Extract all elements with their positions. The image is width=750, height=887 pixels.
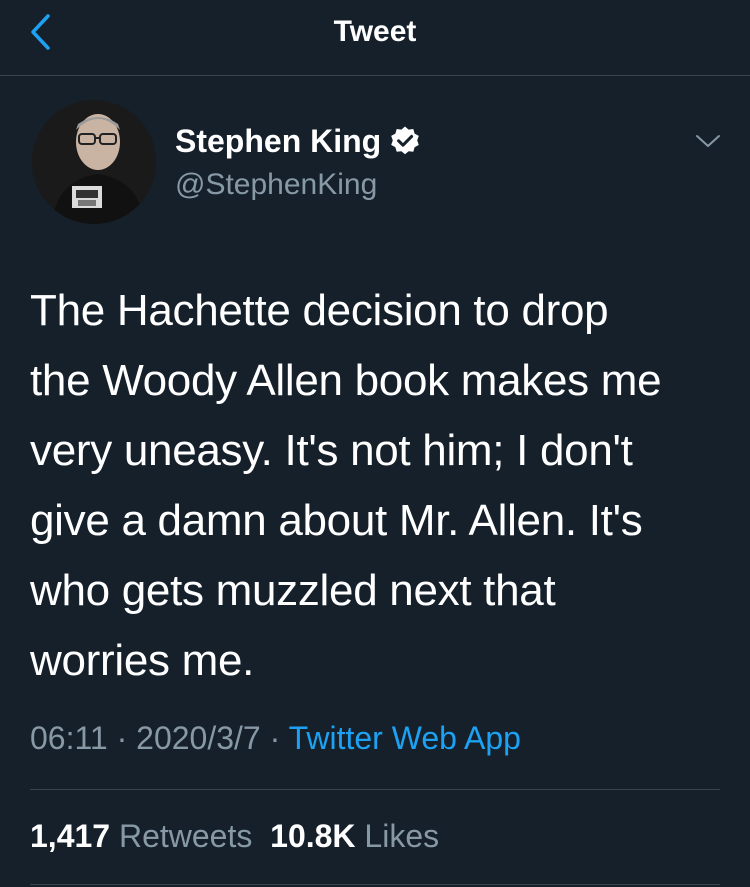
avatar-image	[32, 100, 156, 224]
retweets-label: Retweets	[118, 818, 253, 854]
likes-stat[interactable]: 10.8K Likes	[270, 818, 439, 854]
divider	[30, 884, 720, 885]
meta-separator: ·	[260, 720, 289, 756]
chevron-down-icon	[696, 135, 720, 147]
avatar[interactable]	[32, 100, 156, 224]
likes-label: Likes	[364, 818, 440, 854]
divider	[30, 789, 720, 790]
tweet-stats: 1,417 Retweets 10.8K Likes	[30, 814, 439, 858]
page-title: Tweet	[333, 15, 417, 48]
more-options-button[interactable]	[690, 126, 726, 156]
top-bar: Tweet	[0, 0, 750, 76]
author-handle[interactable]: @StephenKing	[175, 166, 377, 204]
likes-count: 10.8K	[270, 818, 356, 854]
tweet-meta: 06:11 · 2020/3/7 · Twitter Web App	[30, 716, 521, 760]
verified-badge-icon	[389, 125, 421, 157]
author-name: Stephen King	[175, 123, 382, 159]
tweet-source-link[interactable]: Twitter Web App	[289, 720, 521, 756]
tweet-date: 2020/3/7	[136, 720, 261, 756]
author-name-row[interactable]: Stephen King	[175, 121, 421, 161]
meta-separator: ·	[107, 720, 137, 756]
tweet-text: The Hachette decision to drop the Woody …	[30, 286, 662, 685]
retweets-count: 1,417	[30, 818, 111, 854]
retweets-stat[interactable]: 1,417 Retweets	[30, 818, 252, 854]
tweet-time: 06:11	[30, 720, 108, 756]
tweet-detail-screen: Tweet Stephen King @StephenKing The Hach…	[0, 0, 750, 887]
